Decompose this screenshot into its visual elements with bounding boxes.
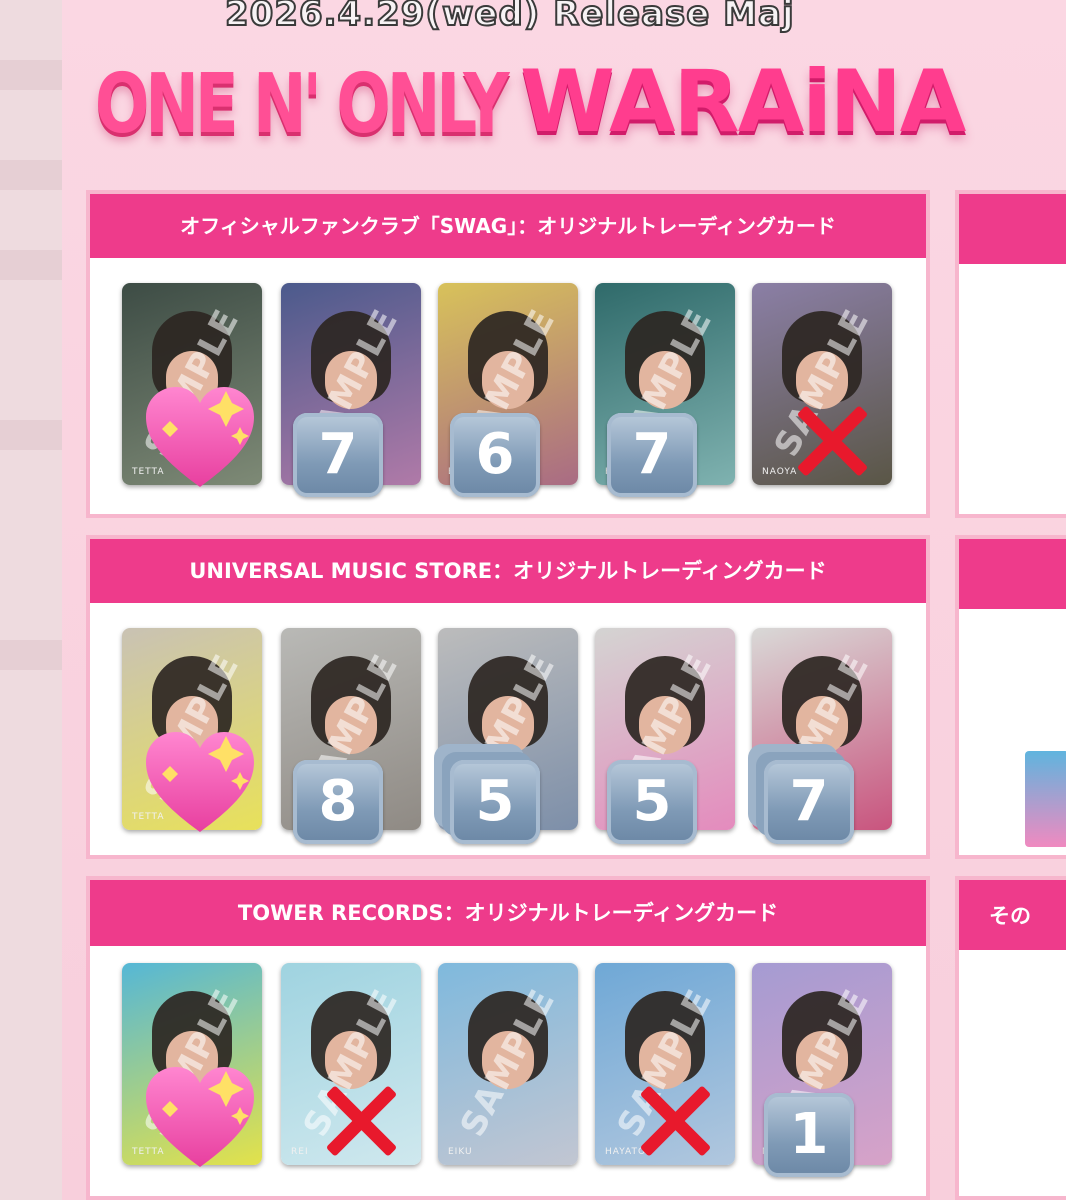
cross-mark-icon [635, 1081, 715, 1161]
title-logo: WARAiNA [520, 52, 966, 152]
keycap-number-icon: 7 [607, 413, 697, 497]
keycap-number-icon: 5 [450, 760, 540, 844]
cross-mark-icon [321, 1081, 401, 1161]
sparkling-heart-icon [140, 383, 260, 493]
card-member-name: EIKU [448, 1147, 473, 1157]
keycap-number-icon: 5 [607, 760, 697, 844]
card-member-name: REI [291, 1147, 309, 1157]
cross-mark-icon [792, 401, 872, 481]
side-panel-2 [955, 535, 1066, 859]
panel-swag-title: オフィシャルファンクラブ「SWAG」：オリジナルトレーディングカード [90, 194, 926, 258]
sparkling-heart-icon [140, 728, 260, 838]
keycap-number-icon: 1 [764, 1093, 854, 1177]
side-card-thumbnail [1025, 751, 1066, 847]
side-panel-3-title: その [989, 904, 1031, 928]
keycap-number-icon: 6 [450, 413, 540, 497]
panel-tower-title: TOWER RECORDS：オリジナルトレーディングカード [90, 880, 926, 946]
panel-universal-title: UNIVERSAL MUSIC STORE：オリジナルトレーディングカード [90, 539, 926, 603]
side-panel-3: その [955, 876, 1066, 1200]
side-panel-1 [955, 190, 1066, 518]
release-date-text: 2026.4.29(wed) Release Maj [224, 0, 795, 35]
keycap-number-icon: 7 [293, 413, 383, 497]
keycap-number-icon: 7 [764, 760, 854, 844]
trading-card: SAMPLEEIKU [438, 963, 578, 1165]
keycap-number-icon: 8 [293, 760, 383, 844]
artist-logo: ONE N' ONLY [95, 58, 510, 153]
sparkling-heart-icon [140, 1063, 260, 1173]
left-background-strip [0, 0, 62, 1200]
